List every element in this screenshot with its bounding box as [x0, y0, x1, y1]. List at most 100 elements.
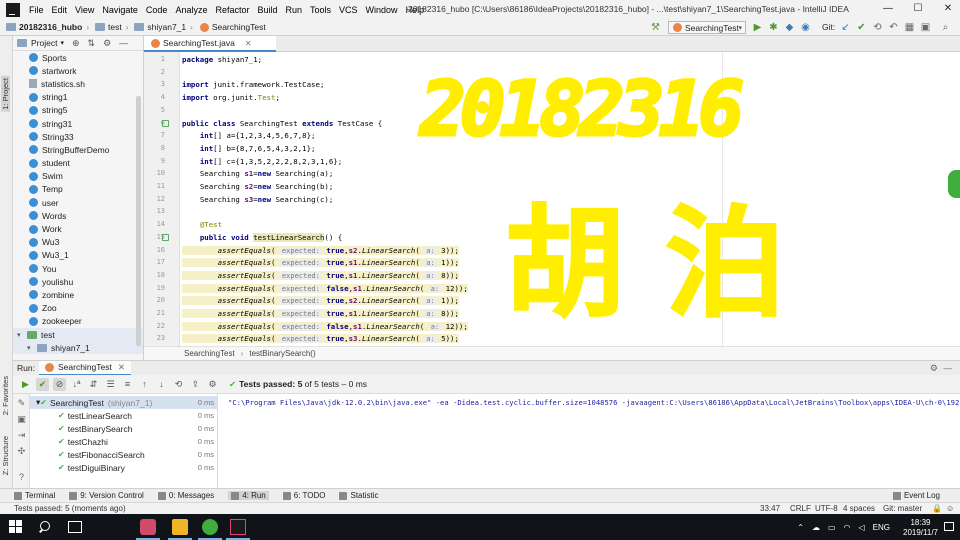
next-icon[interactable]: ↓ — [155, 378, 168, 391]
close-icon[interactable]: ✕ — [245, 39, 252, 48]
task-view-icon[interactable] — [68, 521, 82, 533]
tree-item[interactable]: zookeeper — [13, 315, 143, 328]
build-hammer-icon[interactable]: ⚒ — [650, 22, 661, 33]
tree-item[interactable]: Words — [13, 209, 143, 222]
event-log-button[interactable]: Event Log — [892, 491, 940, 500]
hide-icon[interactable]: — — [944, 363, 953, 373]
tool-window-statistic[interactable]: Statistic — [339, 491, 379, 500]
collapse-icon[interactable]: ⇅ — [88, 38, 96, 49]
tree-item[interactable]: zombine — [13, 288, 143, 301]
tree-item[interactable]: user — [13, 196, 143, 209]
menu-view[interactable]: View — [71, 5, 98, 15]
menu-code[interactable]: Code — [142, 5, 172, 15]
gear-icon[interactable]: ⚙ — [103, 38, 111, 49]
tree-item[interactable]: student — [13, 157, 143, 170]
tree-item[interactable]: Swim — [13, 170, 143, 183]
history-icon[interactable]: ⟲ — [172, 378, 185, 391]
sort-alpha-icon[interactable]: ↓ª — [70, 378, 83, 391]
previous-icon[interactable]: ↑ — [138, 378, 151, 391]
scrollbar[interactable] — [136, 96, 141, 346]
pin-icon[interactable]: ✣ — [16, 446, 27, 457]
tool-window-run[interactable]: 4: Run — [228, 491, 269, 500]
debug-icon[interactable]: ✱ — [768, 22, 779, 33]
network-icon[interactable]: ◠ — [844, 523, 851, 532]
tree-item[interactable]: Temp — [13, 183, 143, 196]
test-case-row[interactable]: ✔ testLinearSearch 0 ms — [30, 409, 218, 422]
wrench-icon[interactable]: ✎ — [16, 398, 27, 409]
language-indicator[interactable]: ENG — [873, 523, 890, 532]
tab-searchingtest-java[interactable]: SearchingTest.java ✕ — [144, 36, 276, 52]
git-commit-icon[interactable]: ✔ — [856, 22, 867, 33]
tree-item[interactable]: ▾ test — [13, 327, 143, 342]
tool-window-messages[interactable]: 0: Messages — [157, 491, 214, 500]
tool-window-todo[interactable]: 6: TODO — [282, 491, 325, 500]
menu-tools[interactable]: Tools — [306, 5, 335, 15]
import-icon[interactable]: ⇥ — [16, 430, 27, 441]
gear-icon[interactable]: ⚙ — [930, 363, 938, 374]
show-hidden-icon[interactable]: ⌃ — [797, 523, 804, 532]
intellij-taskbar-icon[interactable] — [230, 519, 246, 535]
tree-item[interactable]: statistics.sh — [13, 77, 143, 90]
favorites-tool-tab[interactable]: 2: Favorites — [1, 376, 10, 415]
revert-icon[interactable]: ↶ — [888, 22, 899, 33]
test-case-row[interactable]: ✔ testChazhi 0 ms — [30, 435, 218, 448]
tree-item[interactable]: Sports — [13, 51, 143, 64]
profile-icon[interactable]: ◉ — [800, 22, 811, 33]
expand-all-icon[interactable]: ☰ — [104, 378, 117, 391]
structure-tool-tab[interactable]: Z: Structure — [1, 436, 10, 475]
search-icon[interactable]: ⌕ — [940, 22, 951, 33]
gear-icon[interactable]: ⚙ — [206, 378, 219, 391]
caret-position[interactable]: 33:47 — [760, 504, 780, 513]
tree-item[interactable]: youlishu — [13, 275, 143, 288]
chevron-down-icon[interactable]: ▾ — [60, 39, 64, 47]
tree-item[interactable]: string5 — [13, 104, 143, 117]
file-encoding[interactable]: UTF-8 — [815, 504, 838, 513]
history-icon[interactable]: ⟲ — [872, 22, 883, 33]
sort-duration-icon[interactable]: ⇵ — [87, 378, 100, 391]
notification-icon[interactable]: ☺ — [946, 504, 954, 513]
menu-vcs[interactable]: VCS — [335, 5, 362, 15]
tree-item[interactable]: Wu3_1 — [13, 249, 143, 262]
close-icon[interactable]: ✕ — [118, 362, 125, 373]
help-icon[interactable]: ? — [16, 472, 27, 483]
console-output[interactable]: "C:\Program Files\Java\jdk-12.0.2\bin\ja… — [218, 394, 960, 488]
tree-item[interactable]: You — [13, 262, 143, 275]
close-button[interactable]: ✕ — [940, 2, 956, 16]
menu-run[interactable]: Run — [282, 5, 307, 15]
line-separator[interactable]: CRLF — [790, 504, 811, 513]
tree-item[interactable]: string31 — [13, 117, 143, 130]
breadcrumb-test[interactable]: test — [93, 22, 122, 32]
tree-item[interactable]: StringBufferDemo — [13, 143, 143, 156]
notification-center-icon[interactable] — [944, 522, 954, 531]
breadcrumb-project[interactable]: 20182316_hubo — [4, 22, 82, 32]
floating-assistant-icon[interactable] — [948, 170, 960, 198]
run-tab-searchingtest[interactable]: SearchingTest ✕ — [39, 360, 131, 376]
tree-item[interactable]: ▾ shiyan7_1 — [13, 341, 143, 355]
breadcrumb-file[interactable]: SearchingTest — [197, 22, 266, 32]
volume-icon[interactable]: ◁ — [859, 523, 865, 532]
show-ignored-icon[interactable]: ⊘ — [53, 377, 66, 391]
menu-window[interactable]: Window — [362, 5, 402, 15]
tree-item[interactable]: String33 — [13, 130, 143, 143]
test-case-row[interactable]: ✔ testBinarySearch 0 ms — [30, 422, 218, 435]
rerun-icon[interactable]: ▶ — [19, 378, 32, 391]
code-editor[interactable]: 1 2 3 4 5 6 7 8 9 10 11 12 13 14 15 16 17 18 19 20 21 22 23 pa… — [144, 52, 960, 346]
breadcrumb-class[interactable]: SearchingTest — [184, 349, 235, 358]
file-explorer-icon[interactable] — [172, 519, 188, 535]
browser-icon[interactable] — [202, 519, 218, 535]
run-icon[interactable]: ▶ — [752, 22, 763, 33]
maximize-button[interactable]: ☐ — [910, 2, 926, 16]
search-icon[interactable] — [38, 519, 54, 535]
run-configuration-select[interactable]: SearchingTest ▾ — [668, 21, 746, 34]
tool-window-terminal[interactable]: Terminal — [14, 491, 55, 500]
run-test-gutter-icon[interactable] — [162, 119, 169, 127]
project-structure-icon[interactable]: ▦ — [904, 22, 915, 33]
git-branch[interactable]: Git: master — [883, 504, 922, 513]
battery-icon[interactable]: ▭ — [828, 523, 836, 532]
tree-item[interactable]: startwork — [13, 64, 143, 77]
collapse-all-icon[interactable]: ≡ — [121, 378, 134, 391]
project-view-select[interactable]: Project — [31, 38, 57, 48]
breadcrumb-shiyan[interactable]: shiyan7_1 — [132, 22, 186, 32]
indent-setting[interactable]: 4 spaces — [843, 504, 875, 513]
windows-start-icon[interactable] — [8, 519, 24, 535]
